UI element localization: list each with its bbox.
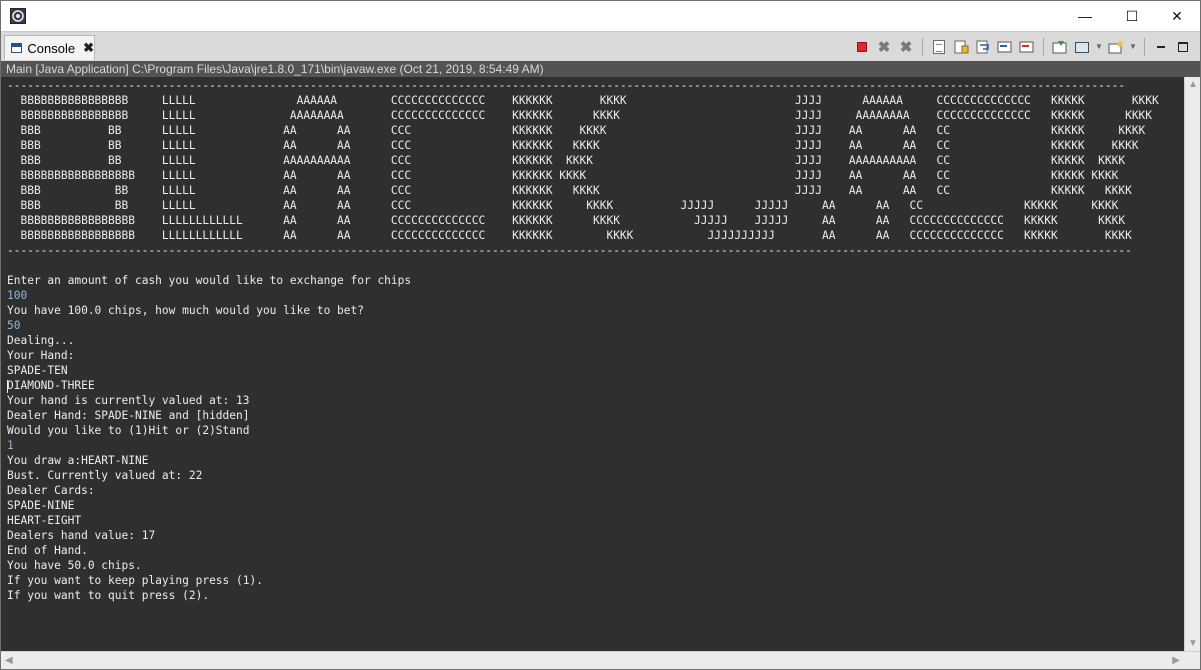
console-output-line: Dealing... <box>7 334 75 347</box>
pin-console-icon[interactable] <box>1051 38 1069 56</box>
scroll-right-icon[interactable]: ▶ <box>1172 655 1180 666</box>
console-output-line: SPADE-TEN <box>7 364 68 377</box>
scroll-down-icon[interactable]: ▼ <box>1188 638 1198 649</box>
close-icon: ✕ <box>1171 7 1183 24</box>
console-output-line: Dealer Cards: <box>7 484 95 497</box>
minimize-view-icon[interactable] <box>1152 38 1170 56</box>
console-output-line: You have 100.0 chips, how much would you… <box>7 304 364 317</box>
open-console-dropdown-icon[interactable]: ▼ <box>1129 38 1137 56</box>
console-output-line: BBBBBBBBBBBBBBBBB LLLLLLLLLLLL AA AA CCC… <box>7 214 1126 227</box>
console-output-line: If you want to quit press (2). <box>7 589 210 602</box>
console-output-line: DIAMOND-THREE <box>7 379 95 392</box>
console-output-line: ----------------------------------------… <box>7 244 1132 257</box>
scroll-lock-icon[interactable] <box>952 38 970 56</box>
eclipse-app-icon <box>10 8 26 24</box>
tab-console[interactable]: Console ✖ <box>4 35 95 60</box>
console-output-line: Bust. Currently valued at: 22 <box>7 469 203 482</box>
tab-console-label: Console <box>27 40 76 56</box>
console-output-line: ----------------------------------------… <box>7 79 1126 92</box>
remove-all-terminated-icon[interactable]: ✖ <box>897 38 915 56</box>
minimize-icon: — <box>1078 8 1092 24</box>
console-output-line: BBBBBBBBBBBBBBBBB LLLLLLLLLLLL AA AA CCC… <box>7 229 1132 242</box>
console-output-line: BBBBBBBBBBBBBBBB LLLLL AAAAAA CCCCCCCCCC… <box>7 94 1159 107</box>
toolbar-separator <box>1144 38 1145 56</box>
console-output-line: You draw a:HEART-NINE <box>7 454 149 467</box>
horizontal-scrollbar[interactable]: ◀ ▶ <box>1 651 1200 669</box>
maximize-icon: ☐ <box>1125 7 1139 24</box>
console-output-line: Dealers hand value: 17 <box>7 529 156 542</box>
scroll-up-icon[interactable]: ▲ <box>1188 79 1198 90</box>
console-output-line: If you want to keep playing press (1). <box>7 574 263 587</box>
console-output-line: Enter an amount of cash you would like t… <box>7 274 412 287</box>
show-stderr-icon[interactable] <box>1018 38 1036 56</box>
remove-launch-icon[interactable]: ✖ <box>875 38 893 56</box>
console-output-line: Your hand is currently valued at: 13 <box>7 394 250 407</box>
console-output-line: End of Hand. <box>7 544 88 557</box>
close-window-button[interactable]: ✕ <box>1154 1 1200 31</box>
title-bar: — ☐ ✕ <box>1 1 1200 31</box>
console-output-line: BBB BB LLLLL AAAAAAAAAA CCC KKKKKK KKKK … <box>7 154 1126 167</box>
console-output-line: SPADE-NINE <box>7 499 75 512</box>
open-console-icon[interactable] <box>1107 38 1125 56</box>
show-stdout-icon[interactable] <box>996 38 1014 56</box>
console-input-line: 1 <box>7 439 14 452</box>
word-wrap-icon[interactable] <box>974 38 992 56</box>
maximize-window-button[interactable]: ☐ <box>1109 1 1155 31</box>
console-output-line: HEART-EIGHT <box>7 514 82 527</box>
console-output-line: Your Hand: <box>7 349 75 362</box>
console-output-line: BBB BB LLLLL AA AA CCC KKKKKK KKKK JJJJ … <box>7 184 1132 197</box>
console-toolbar: ✖ ✖ ▼ ▼ <box>853 36 1192 58</box>
display-console-icon[interactable] <box>1073 38 1091 56</box>
console-view-icon <box>11 43 23 53</box>
scroll-left-icon[interactable]: ◀ <box>5 655 13 666</box>
minimize-window-button[interactable]: — <box>1062 1 1108 31</box>
vertical-scrollbar[interactable]: ▲ ▼ <box>1184 77 1200 651</box>
clear-console-icon[interactable] <box>930 38 948 56</box>
text-caret <box>7 380 8 393</box>
toolbar-separator <box>922 38 923 56</box>
console-input-line: 100 <box>7 289 28 302</box>
maximize-view-icon[interactable] <box>1174 38 1192 56</box>
console-window: — ☐ ✕ Console ✖ ✖ ✖ ▼ ▼ Main [Java Appli… <box>0 0 1201 670</box>
console-output-area[interactable]: ----------------------------------------… <box>1 77 1184 651</box>
console-output-line: BBB BB LLLLL AA AA CCC KKKKKK KKKK JJJJ … <box>7 139 1139 152</box>
console-output-line: Dealer Hand: SPADE-NINE and [hidden] <box>7 409 250 422</box>
tab-close-icon[interactable]: ✖ <box>83 40 94 56</box>
console-input-line: 50 <box>7 319 21 332</box>
toolbar-separator <box>1043 38 1044 56</box>
console-output-line: BBB BB LLLLL AA AA CCC KKKKKK KKKK JJJJJ… <box>7 199 1119 212</box>
process-status-label: Main [Java Application] C:\Program Files… <box>1 61 1200 77</box>
view-tab-bar: Console ✖ ✖ ✖ ▼ ▼ <box>1 31 1200 62</box>
console-output-line: BBBBBBBBBBBBBBBB LLLLL AAAAAAAA CCCCCCCC… <box>7 109 1153 122</box>
display-console-dropdown-icon[interactable]: ▼ <box>1095 38 1103 56</box>
console-output-line: You have 50.0 chips. <box>7 559 142 572</box>
console-output-line: BBB BB LLLLL AA AA CCC KKKKKK KKKK JJJJ … <box>7 124 1146 137</box>
console-output-line: Would you like to (1)Hit or (2)Stand <box>7 424 250 437</box>
console-output-line: BBBBBBBBBBBBBBBBB LLLLL AA AA CCC KKKKKK… <box>7 169 1119 182</box>
terminate-icon[interactable] <box>853 38 871 56</box>
